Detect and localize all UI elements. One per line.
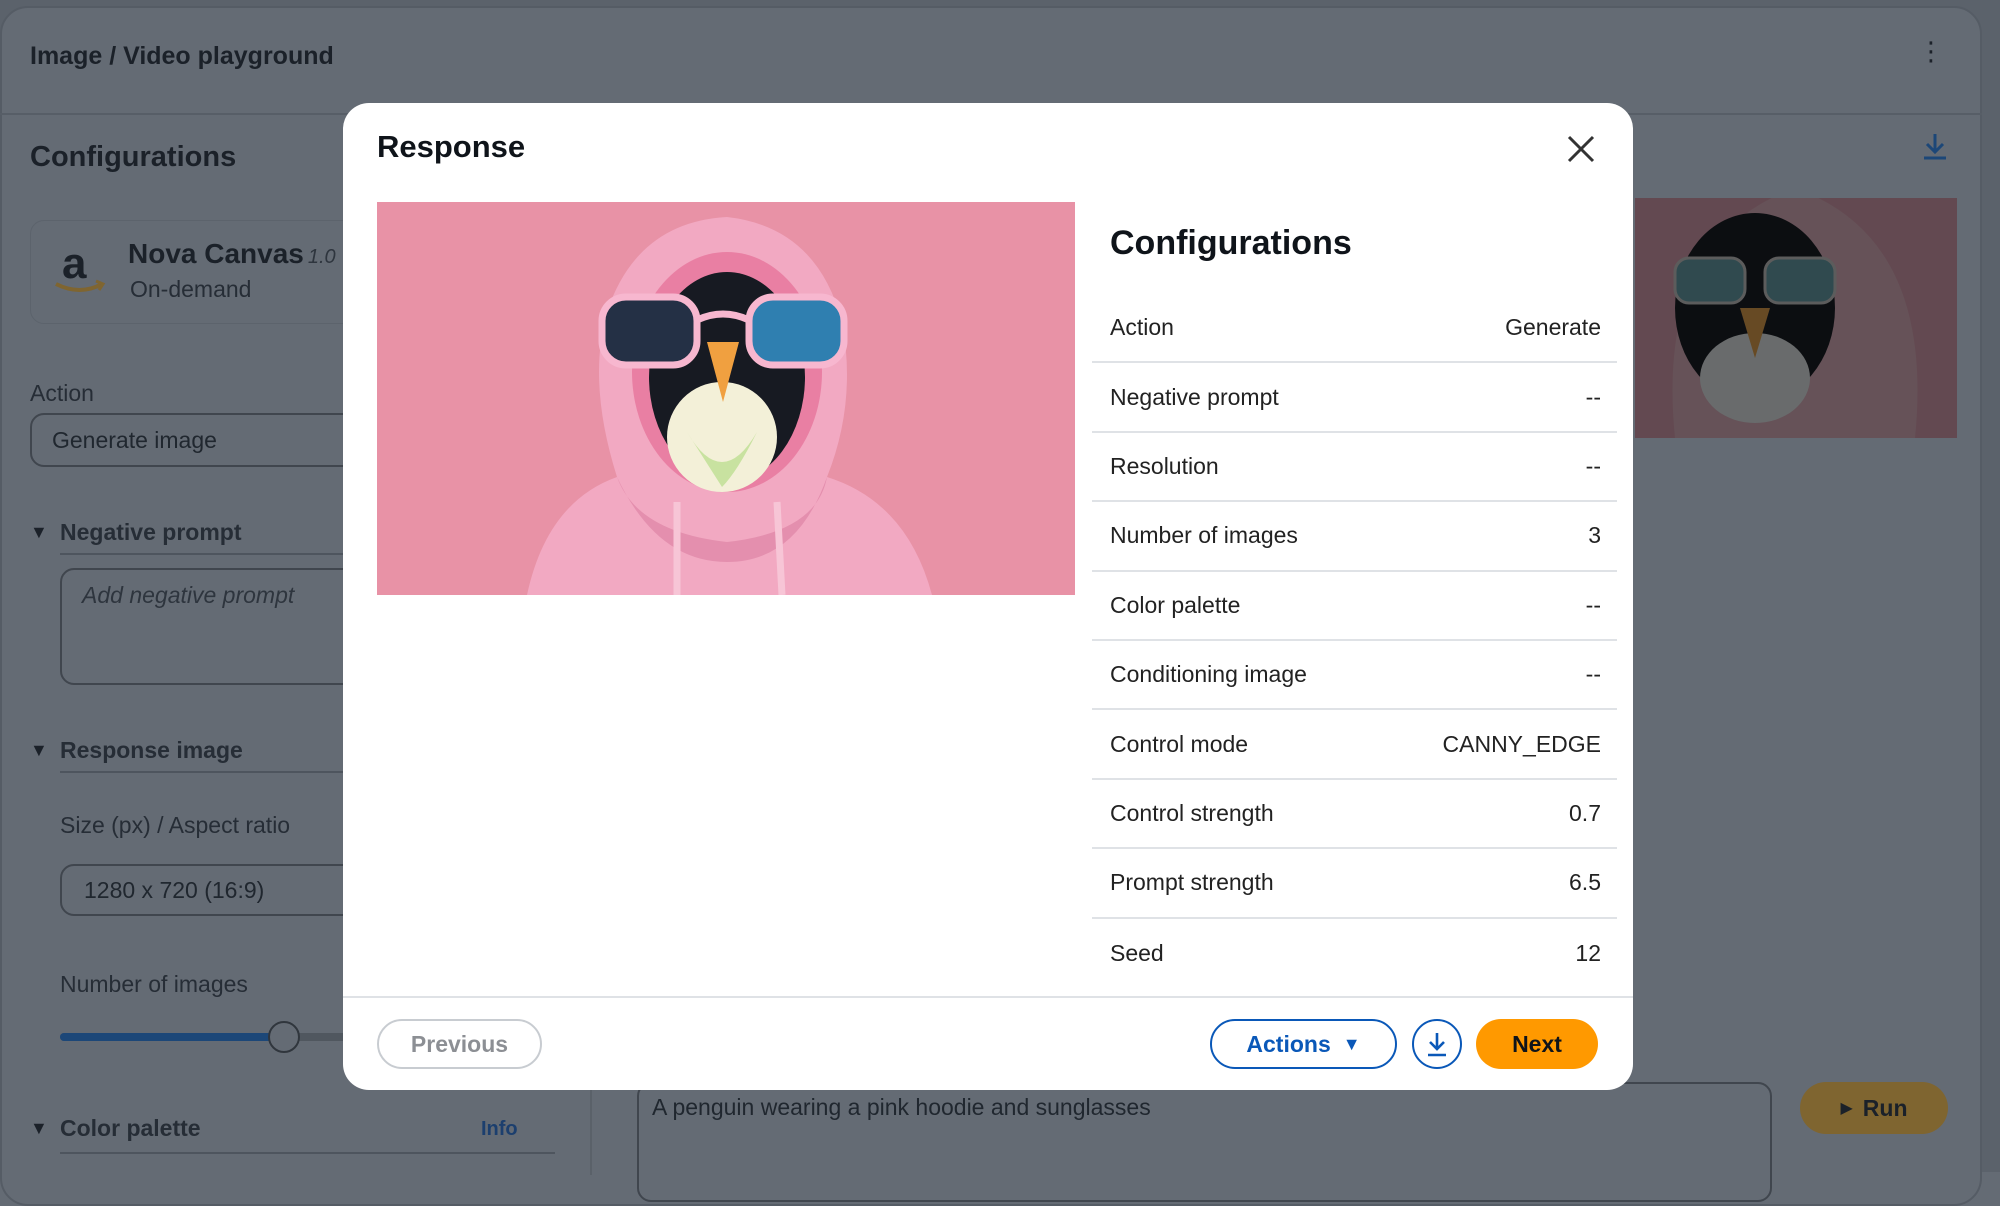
model-name-text: Nova Canvas xyxy=(128,238,304,269)
config-row: Seed 12 xyxy=(1092,919,1617,988)
config-row: Control mode CANNY_EDGE xyxy=(1092,710,1617,780)
actions-label: Actions xyxy=(1246,1030,1331,1057)
config-row: Conditioning image -- xyxy=(1092,641,1617,711)
config-value: 6.5 xyxy=(1569,869,1601,896)
caret-down-icon: ▼ xyxy=(1342,1033,1361,1054)
configurations-table: Action Generate Negative prompt -- Resolutio… xyxy=(1092,294,1617,988)
caret-down-icon[interactable]: ▼ xyxy=(30,1118,48,1139)
download-icon[interactable] xyxy=(1920,130,1950,162)
svg-text:a: a xyxy=(62,239,87,288)
modal-title: Response xyxy=(377,129,526,164)
config-row: Resolution -- xyxy=(1092,433,1617,503)
divider xyxy=(60,1152,555,1154)
config-value: -- xyxy=(1585,591,1601,618)
response-image xyxy=(377,202,1075,595)
configurations-heading: Configurations xyxy=(1110,224,1352,262)
prompt-text[interactable]: A penguin wearing a pink hoodie and sung… xyxy=(652,1094,1151,1121)
actions-dropdown-button[interactable]: Actions ▼ xyxy=(1210,1019,1397,1069)
config-value: -- xyxy=(1585,661,1601,688)
config-value: -- xyxy=(1585,383,1601,410)
config-value: 12 xyxy=(1575,939,1601,966)
config-label: Conditioning image xyxy=(1110,661,1307,688)
play-icon: ▶ xyxy=(1840,1100,1853,1117)
config-row: Number of images 3 xyxy=(1092,502,1617,572)
response-modal: Response Configurations Action Generate Ne… xyxy=(343,103,1633,1090)
configurations-title: Configurations xyxy=(30,141,237,173)
config-label: Color palette xyxy=(1110,591,1241,618)
generated-image-thumbnail[interactable] xyxy=(1635,198,1957,438)
model-version: 1.0 xyxy=(307,246,336,268)
size-label: Size (px) / Aspect ratio xyxy=(60,812,291,838)
slider-thumb[interactable] xyxy=(267,1021,300,1053)
divider xyxy=(343,996,1633,998)
config-value: -- xyxy=(1585,452,1601,479)
config-label: Control strength xyxy=(1110,799,1274,826)
previous-button[interactable]: Previous xyxy=(377,1019,542,1069)
config-row: Color palette -- xyxy=(1092,572,1617,641)
config-value: 0.7 xyxy=(1569,799,1601,826)
config-label: Prompt strength xyxy=(1110,869,1274,896)
amazon-logo-icon: a xyxy=(55,239,106,292)
run-button[interactable]: ▶ Run xyxy=(1800,1082,1948,1134)
config-row: Action Generate xyxy=(1092,294,1617,364)
close-icon[interactable] xyxy=(1563,131,1599,167)
config-value: Generate xyxy=(1505,314,1601,341)
model-type: On-demand xyxy=(130,276,252,302)
color-palette-header[interactable]: Color palette xyxy=(60,1115,201,1142)
config-row: Negative prompt -- xyxy=(1092,363,1617,433)
caret-down-icon[interactable]: ▼ xyxy=(30,522,48,543)
config-label: Seed xyxy=(1110,939,1164,966)
config-label: Control mode xyxy=(1110,730,1249,757)
number-of-images-label: Number of images xyxy=(60,971,248,997)
download-icon xyxy=(1428,1033,1446,1057)
slider-fill xyxy=(60,1033,284,1041)
config-row: Prompt strength 6.5 xyxy=(1092,849,1617,919)
kebab-icon[interactable]: ⋮ xyxy=(1918,38,1944,76)
run-label: Run xyxy=(1862,1094,1908,1121)
download-button[interactable] xyxy=(1412,1019,1462,1069)
config-value: 3 xyxy=(1588,522,1601,549)
caret-down-icon[interactable]: ▼ xyxy=(30,740,48,761)
action-label: Action xyxy=(30,380,94,406)
response-image-header[interactable]: Response image xyxy=(60,737,243,764)
negative-prompt-header[interactable]: Negative prompt xyxy=(60,519,241,546)
model-name: Nova Canvas 1.0 xyxy=(128,238,336,270)
info-link[interactable]: Info xyxy=(481,1118,518,1141)
next-button[interactable]: Next xyxy=(1476,1019,1598,1069)
config-label: Number of images xyxy=(1110,522,1298,549)
config-row: Control strength 0.7 xyxy=(1092,780,1617,850)
page-title: Image / Video playground xyxy=(30,42,334,70)
config-label: Action xyxy=(1110,314,1174,341)
config-label: Resolution xyxy=(1110,452,1219,479)
config-label: Negative prompt xyxy=(1110,383,1279,410)
config-value: CANNY_EDGE xyxy=(1442,730,1601,757)
